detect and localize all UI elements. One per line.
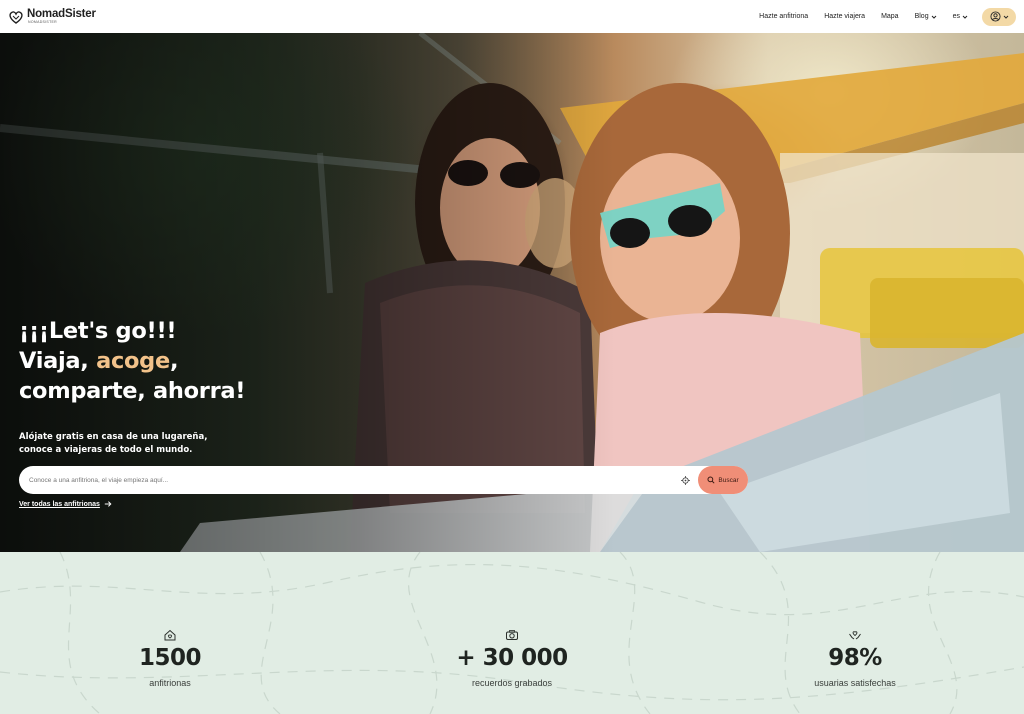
chevron-down-icon (962, 15, 968, 19)
hero-subtitle-line2: conoce a viajeras de todo el mundo. (19, 444, 193, 455)
logo-tagline: NOMADSISTER (28, 19, 57, 24)
hero-title: ¡¡¡Let's go!!! Viaja, acoge, comparte, a… (19, 316, 246, 406)
nav-label: Hazte viajera (824, 13, 866, 20)
locate-me-button[interactable] (678, 473, 692, 487)
stat-value: 1500 (138, 645, 202, 671)
see-all-hosts-link[interactable]: Ver todas las anfitrionas (19, 500, 112, 508)
home-heart-icon (164, 629, 176, 641)
stat-label: anfitrionas (149, 678, 191, 688)
host-search-bar: Buscar (19, 466, 748, 494)
hero-title-line3: comparte, ahorra! (19, 378, 246, 404)
hero-title-line1: ¡¡¡Let's go!!! (19, 318, 177, 344)
logo-name: NomadSister (27, 8, 96, 20)
logo[interactable]: NomadSister NOMADSISTER (8, 8, 96, 25)
nav-label: es (952, 13, 960, 20)
stat-label: recuerdos grabados (471, 678, 553, 688)
nav-label: Hazte anfitriona (759, 13, 809, 20)
site-header: NomadSister NOMADSISTER Hazte anfitriona… (0, 0, 1024, 33)
hero-section: ¡¡¡Let's go!!! Viaja, acoge, comparte, a… (0, 33, 1024, 552)
nav-hazte-anfitriona[interactable]: Hazte anfitriona (751, 13, 816, 20)
nav-hazte-viajera[interactable]: Hazte viajera (816, 13, 873, 20)
hero-title-comma: , (169, 348, 179, 374)
chevron-down-icon (931, 15, 936, 19)
nav-blog-dropdown[interactable]: Blog (907, 13, 945, 20)
stats-section: 1500 anfitrionas + 30 000 recuerdos grab… (0, 552, 1024, 714)
nav-label: Blog (914, 13, 929, 20)
search-button[interactable]: Buscar (698, 466, 748, 494)
hero-subtitle: Alójate gratis en casa de una lugareña, … (19, 431, 279, 456)
language-selector[interactable]: es (945, 13, 976, 20)
arrow-right-icon (104, 501, 112, 507)
crosshair-icon (680, 475, 690, 485)
account-menu-button[interactable] (982, 7, 1016, 26)
search-button-label: Buscar (718, 476, 739, 484)
chevron-down-icon (1003, 15, 1008, 19)
nav-mapa[interactable]: Mapa (873, 13, 907, 20)
user-circle-icon (989, 11, 1001, 22)
stat-value: 98% (828, 645, 882, 671)
stat-memories: + 30 000 recuerdos grabados (412, 628, 612, 688)
search-input[interactable] (29, 476, 678, 484)
hands-heart-icon (849, 631, 861, 640)
stat-hosts: 1500 anfitrionas (70, 628, 270, 688)
hero-subtitle-line1: Alójate gratis en casa de una lugareña, (19, 432, 208, 442)
stat-label: usuarias satisfechas (814, 678, 896, 688)
stat-value: + 30 000 (456, 645, 568, 671)
main-nav: Hazte anfitriona Hazte viajera Mapa Blog… (751, 7, 1016, 26)
hero-title-accent: acoge (96, 348, 170, 374)
nav-label: Mapa (881, 13, 899, 20)
search-icon (707, 476, 715, 484)
stat-satisfaction: 98% usuarias satisfechas (755, 628, 955, 688)
hero-title-line2: Viaja, (19, 348, 97, 374)
heart-logo-icon (9, 10, 23, 24)
see-all-label: Ver todas las anfitrionas (19, 500, 100, 508)
camera-icon (506, 630, 518, 640)
